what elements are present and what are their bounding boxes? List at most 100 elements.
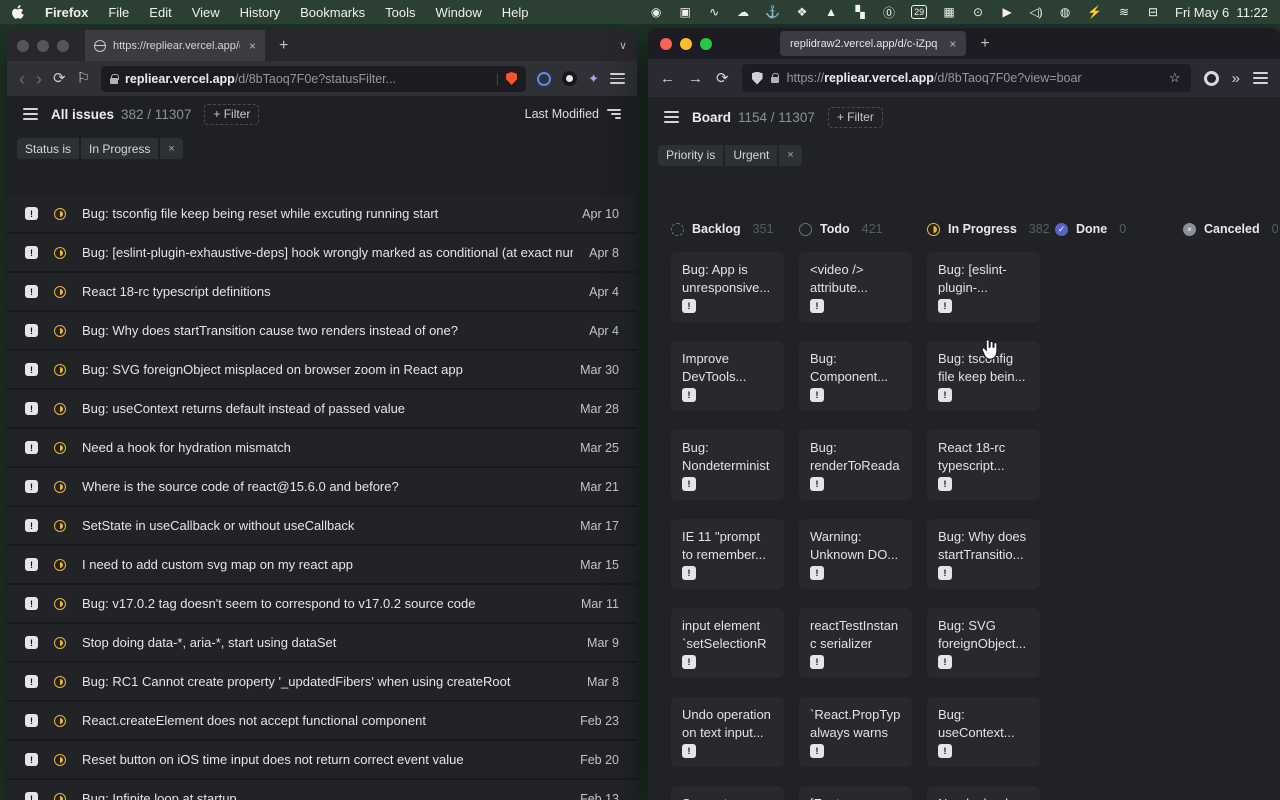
app-menu-icon[interactable]	[23, 108, 38, 119]
issue-card[interactable]: Bug: App is unresponsive... !	[671, 252, 784, 322]
sort-order-label[interactable]: Last Modified	[525, 107, 599, 121]
filter-value[interactable]: In Progress	[81, 138, 158, 159]
issue-card[interactable]: [Feature request] expo... !	[799, 786, 912, 800]
wifi-icon[interactable]: ≋	[1117, 5, 1131, 19]
browser-tab[interactable]: replidraw2.vercel.app/d/c-iZpq ×	[780, 31, 966, 56]
issue-row[interactable]: ! React 18-rc typescript definitions Apr…	[7, 273, 637, 310]
extensions-puzzle-icon[interactable]: ✦	[588, 71, 599, 87]
column-header[interactable]: × Canceled 0	[1183, 222, 1280, 236]
reload-button[interactable]: ⟳	[716, 71, 729, 86]
issue-card[interactable]: Bug: tsconfig file keep bein... !	[927, 341, 1040, 411]
notification-icon[interactable]: ◍	[1058, 5, 1072, 19]
issue-row[interactable]: ! Where is the source code of react@15.6…	[7, 468, 637, 505]
sort-icon[interactable]	[607, 109, 621, 119]
volume-icon[interactable]: ◁)	[1029, 5, 1043, 19]
new-tab-button[interactable]: +	[279, 37, 288, 55]
issue-row[interactable]: ! Bug: v17.0.2 tag doesn't seem to corre…	[7, 585, 637, 622]
app-menu-icon[interactable]	[664, 111, 679, 122]
issue-card[interactable]: input element `setSelectionRa !	[671, 608, 784, 678]
issue-row[interactable]: ! Reset button on iOS time input does no…	[7, 741, 637, 778]
add-filter-button[interactable]: + Filter	[204, 104, 259, 125]
apple-menu-icon[interactable]	[12, 5, 25, 20]
triangle-app-icon[interactable]: ▲	[824, 5, 838, 19]
issue-row[interactable]: ! Bug: Why does startTransition cause tw…	[7, 312, 637, 349]
issue-row[interactable]: ! Bug: [eslint-plugin-exhaustive-deps] h…	[7, 234, 637, 271]
issue-card[interactable]: Bug: renderToReadab !	[799, 430, 912, 500]
issue-row[interactable]: ! Bug: useContext returns default instea…	[7, 390, 637, 427]
new-tab-button[interactable]: +	[980, 35, 989, 53]
remove-filter-icon[interactable]: ×	[160, 138, 182, 159]
tab-list-chevron-icon[interactable]: ∨	[619, 39, 627, 52]
add-filter-button[interactable]: + Filter	[828, 107, 883, 128]
zoom-window-button[interactable]	[57, 40, 69, 52]
remove-filter-icon[interactable]: ×	[779, 145, 801, 166]
bookmark-star-icon[interactable]: ☆	[1169, 70, 1181, 86]
power-icon[interactable]: ⊙	[971, 5, 985, 19]
issue-row[interactable]: ! Bug: SVG foreignObject misplaced on br…	[7, 351, 637, 388]
extension-dark-icon[interactable]	[562, 71, 577, 86]
menu-bookmarks[interactable]: Bookmarks	[300, 5, 365, 20]
issue-card[interactable]: Bug: Why does startTransitio... !	[927, 519, 1040, 589]
browser-tab[interactable]: https://repliear.vercel.app/d/8b ×	[85, 30, 265, 61]
minimize-window-button[interactable]	[680, 38, 692, 50]
control-center-icon[interactable]: ⊟	[1146, 5, 1160, 19]
issue-row[interactable]: ! React.createElement does not accept fu…	[7, 702, 637, 739]
menu-file[interactable]: File	[108, 5, 129, 20]
issue-card[interactable]: Bug: SVG foreignObject... !	[927, 608, 1040, 678]
active-app-name[interactable]: Firefox	[45, 5, 88, 20]
bookmark-icon[interactable]: ⚐	[77, 71, 90, 86]
issue-card[interactable]: Need a hook for hydration... !	[927, 786, 1040, 800]
issue-row[interactable]: ! Bug: Infinite loop at startup Feb 13	[7, 780, 637, 800]
zoom-window-button[interactable]	[700, 38, 712, 50]
status-filter-chip[interactable]: Status is In Progress ×	[17, 138, 183, 159]
calendar-icon[interactable]: 29	[911, 5, 927, 19]
issue-card[interactable]: Bug: Component... !	[799, 341, 912, 411]
filter-value[interactable]: Urgent	[725, 145, 777, 166]
browser-menu-icon[interactable]	[1253, 72, 1268, 83]
column-header[interactable]: Backlog 351	[671, 222, 784, 236]
menu-help[interactable]: Help	[502, 5, 529, 20]
overflow-chevrons-icon[interactable]: »	[1232, 71, 1240, 86]
issue-row[interactable]: ! Bug: RC1 Cannot create property '_upda…	[7, 663, 637, 700]
issue-card[interactable]: Bug: Nondeterminist. !	[671, 430, 784, 500]
issue-card[interactable]: Support asynchronous... !	[671, 786, 784, 800]
issue-row[interactable]: ! Stop doing data-*, aria-*, start using…	[7, 624, 637, 661]
forward-button[interactable]: →	[688, 71, 703, 86]
back-button[interactable]: ←	[660, 71, 675, 86]
account-mask-icon[interactable]	[1204, 71, 1219, 86]
back-button[interactable]: ‹	[19, 70, 25, 88]
filter-field[interactable]: Status is	[17, 138, 79, 159]
issue-card[interactable]: Warning: Unknown DO... !	[799, 519, 912, 589]
close-tab-icon[interactable]: ×	[949, 37, 956, 51]
issue-card[interactable]: Bug: useContext... !	[927, 697, 1040, 767]
brave-shield-icon[interactable]	[506, 72, 517, 85]
issue-card[interactable]: IE 11 "prompt to remember... !	[671, 519, 784, 589]
window-controls-right[interactable]	[660, 38, 712, 50]
address-bar[interactable]: repliear.vercel.app/d/8bTaoq7F0e?statusF…	[101, 66, 526, 92]
close-window-button[interactable]	[660, 38, 672, 50]
issue-card[interactable]: `React.PropTyp always warns ab !	[799, 697, 912, 767]
display-icon[interactable]: ▣	[678, 5, 692, 19]
browser-menu-icon[interactable]	[610, 73, 625, 84]
cloud-icon[interactable]: ☁	[736, 5, 750, 19]
menu-view[interactable]: View	[192, 5, 220, 20]
play-icon[interactable]: ▶	[1000, 5, 1014, 19]
issue-card[interactable]: <video /> attribute... !	[799, 252, 912, 322]
extension-blue-icon[interactable]	[537, 72, 551, 86]
column-header[interactable]: ✓ Done 0	[1055, 222, 1168, 236]
menu-tools[interactable]: Tools	[385, 5, 415, 20]
stats-icon[interactable]: ▦	[942, 5, 956, 19]
close-window-button[interactable]	[17, 40, 29, 52]
close-tab-icon[interactable]: ×	[249, 39, 256, 53]
timer-icon[interactable]: ⓪	[882, 4, 896, 21]
priority-filter-chip[interactable]: Priority is Urgent ×	[658, 145, 802, 166]
issue-card[interactable]: Bug: [eslint-plugin-... !	[927, 252, 1040, 322]
issue-row[interactable]: ! Need a hook for hydration mismatch Mar…	[7, 429, 637, 466]
menu-edit[interactable]: Edit	[149, 5, 171, 20]
column-header[interactable]: In Progress 382	[927, 222, 1040, 236]
menu-clock[interactable]: Fri May 6 11:22	[1175, 5, 1268, 20]
minimize-window-button[interactable]	[37, 40, 49, 52]
menu-history[interactable]: History	[240, 5, 280, 20]
issue-card[interactable]: reactTestInstanc serializer !	[799, 608, 912, 678]
issue-row[interactable]: ! Bug: tsconfig file keep being reset wh…	[7, 195, 637, 232]
